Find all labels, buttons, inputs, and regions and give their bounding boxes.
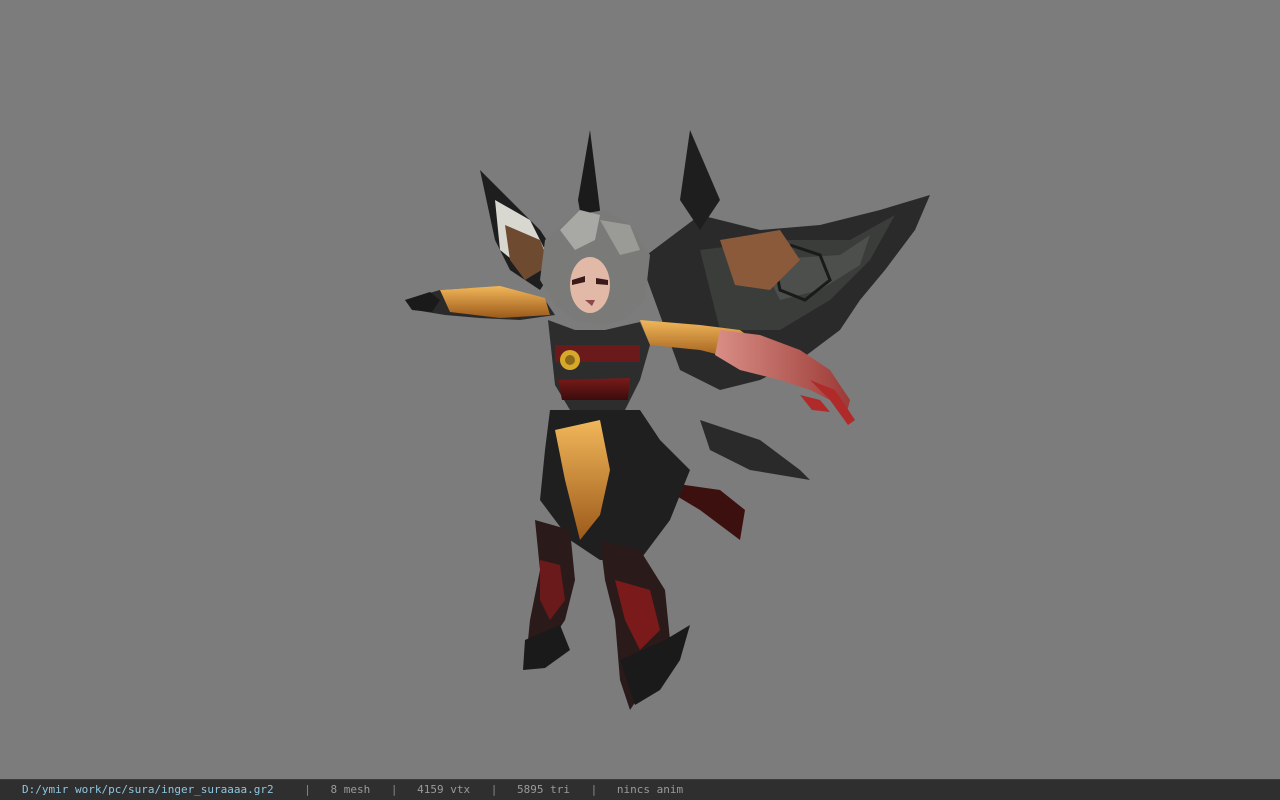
triangle-count: 5895 tri <box>517 783 571 796</box>
mesh-count: 8 mesh <box>330 783 371 796</box>
3d-viewport[interactable] <box>0 0 1280 779</box>
file-path-text: D:/ymir work/pc/sura/inger_suraaaa.gr2 <box>22 783 274 796</box>
status-bar: D:/ymir work/pc/sura/inger_suraaaa.gr2 |… <box>0 779 1280 800</box>
animation-status: nincs anim <box>616 783 684 796</box>
separator: | <box>304 783 311 796</box>
character-model[interactable] <box>0 0 1280 779</box>
separator: | <box>590 783 598 796</box>
head <box>540 210 650 325</box>
separator: | <box>490 783 498 796</box>
arm-left <box>405 286 555 320</box>
vertex-count: 4159 vtx <box>417 783 471 796</box>
torso <box>548 320 650 415</box>
separator: | <box>390 783 398 796</box>
legs <box>523 410 690 710</box>
